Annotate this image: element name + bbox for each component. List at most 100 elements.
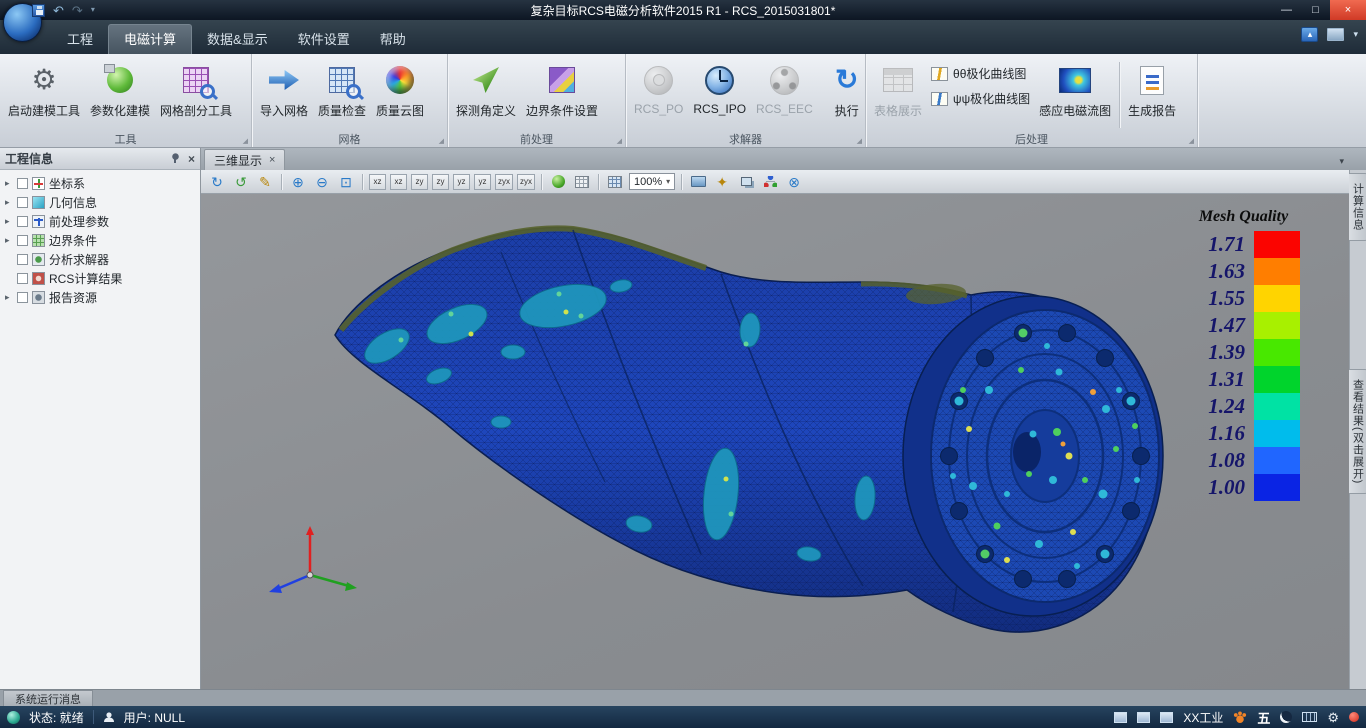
tree-item-rcs-results[interactable]: RCS计算结果 [0, 269, 200, 288]
expander-icon[interactable]: ▸ [5, 293, 13, 302]
panel-close-icon[interactable]: × [188, 153, 195, 165]
launch-modeling-tool-button[interactable]: ⚙ 启动建模工具 [3, 58, 85, 119]
zoom-level-select[interactable]: 100% ▾ [629, 173, 675, 190]
window-preview-icon[interactable] [1160, 712, 1173, 723]
capture-icon[interactable] [688, 172, 708, 191]
axis-view-button[interactable]: zyx [517, 174, 535, 190]
checkbox[interactable] [17, 273, 28, 284]
generate-report-button[interactable]: 生成报告 [1123, 58, 1181, 119]
checkbox[interactable] [17, 254, 28, 265]
axis-view-button[interactable]: xz [390, 174, 407, 190]
expander-icon[interactable]: ▸ [5, 236, 13, 245]
checkbox[interactable] [17, 235, 28, 246]
undo-icon[interactable]: ↶ [53, 4, 64, 17]
system-messages-tab[interactable]: 系统运行消息 [3, 690, 93, 706]
ime-mode-indicator[interactable]: 五 [1257, 708, 1270, 727]
window-preview-icon[interactable] [1137, 712, 1150, 723]
axis-view-button[interactable]: xz [369, 174, 386, 190]
axis-view-button[interactable]: yz [453, 174, 470, 190]
quality-contour-button[interactable]: 质量云图 [371, 58, 429, 119]
tab-3d-display[interactable]: 三维显示 × [204, 149, 285, 170]
zoom-out-icon[interactable]: ⊖ [312, 172, 332, 191]
zoom-window-icon[interactable]: ⊡ [336, 172, 356, 191]
dock-tab-computation-info[interactable]: 计算信息 [1349, 173, 1366, 241]
qat-customize-icon[interactable]: ▾ [91, 6, 95, 14]
mesh-toggle-icon[interactable] [605, 172, 625, 191]
parametric-modeling-button[interactable]: 参数化建模 [85, 58, 155, 119]
ribbon-group-solver: RCS_PO RCS_IPO RCS_EEC ↻ 执行 求解器◢ [626, 54, 866, 147]
mesh-partition-tool-button[interactable]: 网格剖分工具 [155, 58, 237, 119]
checkbox[interactable] [17, 292, 28, 303]
close-view-icon[interactable]: ⊗ [784, 172, 804, 191]
wireframe-view-icon[interactable] [572, 172, 592, 191]
boundary-layers-icon [549, 67, 575, 93]
minimize-button[interactable]: — [1272, 0, 1301, 20]
psi-polarization-curve-button[interactable]: ψψ极化曲线图 [927, 89, 1034, 108]
tab-software-settings[interactable]: 软件设置 [283, 25, 365, 54]
axis-view-button[interactable]: yz [474, 174, 491, 190]
dialog-launcher-icon[interactable]: ◢ [617, 137, 622, 145]
probe-angle-button[interactable]: 探测角定义 [451, 58, 521, 119]
edit-icon[interactable]: ✎ [255, 172, 275, 191]
axis-view-button[interactable]: zy [432, 174, 449, 190]
tree-item-report-resources[interactable]: ▸ 报告资源 [0, 288, 200, 307]
dialog-launcher-icon[interactable]: ◢ [1189, 137, 1194, 145]
window-preview-icon[interactable] [1114, 712, 1127, 723]
keyboard-icon[interactable] [1302, 712, 1317, 722]
execute-button[interactable]: ↻ 执行 [824, 58, 870, 119]
tree-item-coordinate-system[interactable]: ▸ 坐标系 [0, 174, 200, 193]
pan-icon[interactable]: ↺ [231, 172, 251, 191]
tree-item-geometry-info[interactable]: ▸ 几何信息 [0, 193, 200, 212]
checkbox[interactable] [17, 197, 28, 208]
save-icon[interactable] [32, 4, 45, 17]
sphere-glyph [552, 175, 565, 188]
tab-em-computation[interactable]: 电磁计算 [108, 24, 192, 54]
tab-help[interactable]: 帮助 [365, 25, 421, 54]
dock-tab-view-results[interactable]: 查看结果(双击展开) [1349, 369, 1366, 494]
rcs-ipo-button[interactable]: RCS_IPO [688, 58, 751, 116]
tree-item-boundary-conditions[interactable]: ▸ 边界条件 [0, 231, 200, 250]
light-icon[interactable]: ✦ [712, 172, 732, 191]
tab-list-icon[interactable]: ▾ [1339, 156, 1344, 167]
display-icon[interactable] [1327, 28, 1344, 41]
tree-item-preprocess-params[interactable]: ▸ 前处理参数 [0, 212, 200, 231]
button-label: 表格展示 [874, 102, 922, 119]
dialog-launcher-icon[interactable]: ◢ [857, 137, 862, 145]
orbit-icon[interactable]: ↻ [207, 172, 227, 191]
redo-icon[interactable]: ↷ [72, 4, 83, 17]
model-3d-render[interactable] [201, 194, 1349, 689]
dialog-launcher-icon[interactable]: ◢ [439, 137, 444, 145]
collapse-ribbon-icon[interactable]: ▴ [1301, 27, 1318, 42]
close-button[interactable]: × [1330, 0, 1366, 20]
checkbox[interactable] [17, 216, 28, 227]
boundary-condition-button[interactable]: 边界条件设置 [521, 58, 603, 119]
zoom-in-icon[interactable]: ⊕ [288, 172, 308, 191]
expander-icon[interactable]: ▸ [5, 198, 13, 207]
viewport-3d[interactable]: Mesh Quality 1.71 1.63 1.55 1.47 1.39 1.… [201, 194, 1349, 689]
theta-polarization-curve-button[interactable]: θθ极化曲线图 [927, 64, 1034, 83]
tree-item-analysis-solver[interactable]: 分析求解器 [0, 250, 200, 269]
paw-input-method-icon[interactable] [1233, 710, 1247, 724]
menu-more-icon[interactable]: ▾ [1353, 29, 1358, 40]
link-nodes-icon[interactable] [760, 172, 780, 191]
shaded-view-icon[interactable] [548, 172, 568, 191]
layers-icon[interactable] [736, 172, 756, 191]
expander-icon[interactable]: ▸ [5, 179, 13, 188]
expander-icon[interactable]: ▸ [5, 217, 13, 226]
tab-project[interactable]: 工程 [52, 25, 108, 54]
maximize-button[interactable]: □ [1301, 0, 1330, 20]
tab-close-icon[interactable]: × [269, 154, 275, 166]
checkbox[interactable] [17, 178, 28, 189]
taskbar-app-text: XX工业 [1183, 709, 1223, 726]
dialog-launcher-icon[interactable]: ◢ [243, 137, 248, 145]
tab-data-display[interactable]: 数据&显示 [192, 25, 283, 54]
quality-check-button[interactable]: 质量检查 [313, 58, 371, 119]
import-mesh-button[interactable]: 导入网格 [255, 58, 313, 119]
induced-current-map-button[interactable]: 感应电磁流图 [1034, 58, 1116, 119]
moon-icon[interactable] [1280, 711, 1292, 723]
pin-icon[interactable] [170, 153, 181, 165]
notification-dot-icon[interactable] [1349, 712, 1359, 722]
axis-view-button[interactable]: zyx [495, 174, 513, 190]
tray-gear-icon[interactable]: ⚙ [1327, 711, 1339, 724]
axis-view-button[interactable]: zy [411, 174, 428, 190]
